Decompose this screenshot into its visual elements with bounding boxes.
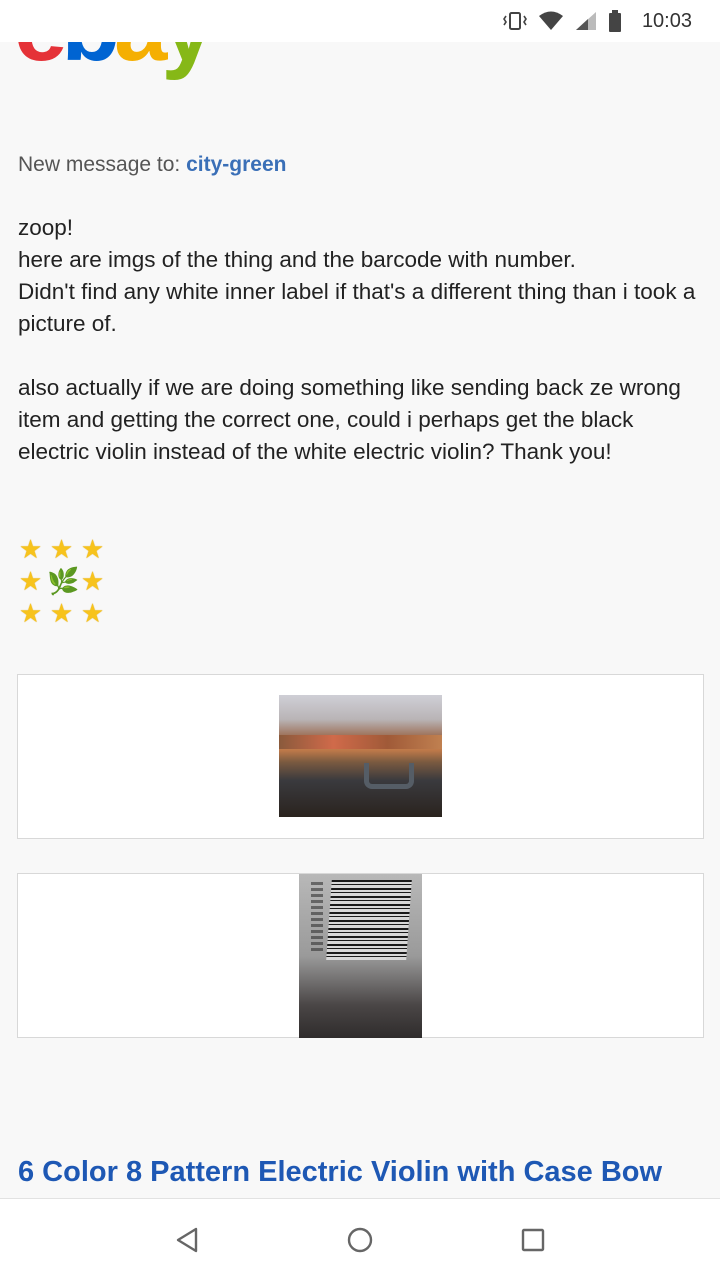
status-time: 10:03 xyxy=(641,9,692,32)
herb-icon: 🌿 xyxy=(47,566,80,596)
recipient-line: New message to: city-green xyxy=(18,153,286,177)
message-body: zoop! here are imgs of the thing and the… xyxy=(18,212,698,468)
star-icon: ★ xyxy=(18,534,43,564)
wifi-icon xyxy=(538,11,564,31)
vibrate-icon xyxy=(502,10,528,32)
recipient-prefix: New message to: xyxy=(18,153,181,176)
home-icon[interactable] xyxy=(340,1220,380,1260)
recipient-username[interactable]: city-green xyxy=(186,153,286,176)
attachment-barcode-photo[interactable] xyxy=(17,873,704,1038)
battery-icon xyxy=(608,10,622,32)
photo-detail xyxy=(279,735,442,749)
emoji-row: ★ ★ ★ xyxy=(16,533,107,565)
star-icon: ★ xyxy=(80,534,105,564)
attachment-case-photo[interactable] xyxy=(17,674,704,839)
star-icon: ★ xyxy=(18,566,43,596)
recents-icon[interactable] xyxy=(513,1220,553,1260)
star-icon: ★ xyxy=(49,598,74,628)
message-line: zoop! xyxy=(18,215,74,240)
star-icon: ★ xyxy=(80,566,105,596)
emoji-grid: ★ ★ ★ ★ 🌿 ★ ★ ★ ★ xyxy=(16,533,107,629)
star-icon: ★ xyxy=(49,534,74,564)
signal-icon xyxy=(574,11,598,31)
star-icon: ★ xyxy=(18,598,43,628)
back-icon[interactable] xyxy=(167,1220,207,1260)
navigation-bar xyxy=(0,1198,720,1280)
message-line: Didn't find any white inner label if tha… xyxy=(18,279,696,336)
violin-case-photo[interactable] xyxy=(279,695,442,817)
barcode-photo[interactable] xyxy=(299,874,422,1038)
emoji-row: ★ 🌿 ★ xyxy=(16,565,107,597)
barcode xyxy=(326,880,412,960)
status-bar: 10:03 xyxy=(0,0,720,42)
message-paragraph: also actually if we are doing something … xyxy=(18,375,681,464)
barcode-number xyxy=(311,882,323,952)
star-icon: ★ xyxy=(80,598,105,628)
item-title-link[interactable]: 6 Color 8 Pattern Electric Violin with C… xyxy=(18,1156,708,1189)
emoji-row: ★ ★ ★ xyxy=(16,597,107,629)
case-handle xyxy=(364,763,414,789)
message-line: here are imgs of the thing and the barco… xyxy=(18,247,576,272)
